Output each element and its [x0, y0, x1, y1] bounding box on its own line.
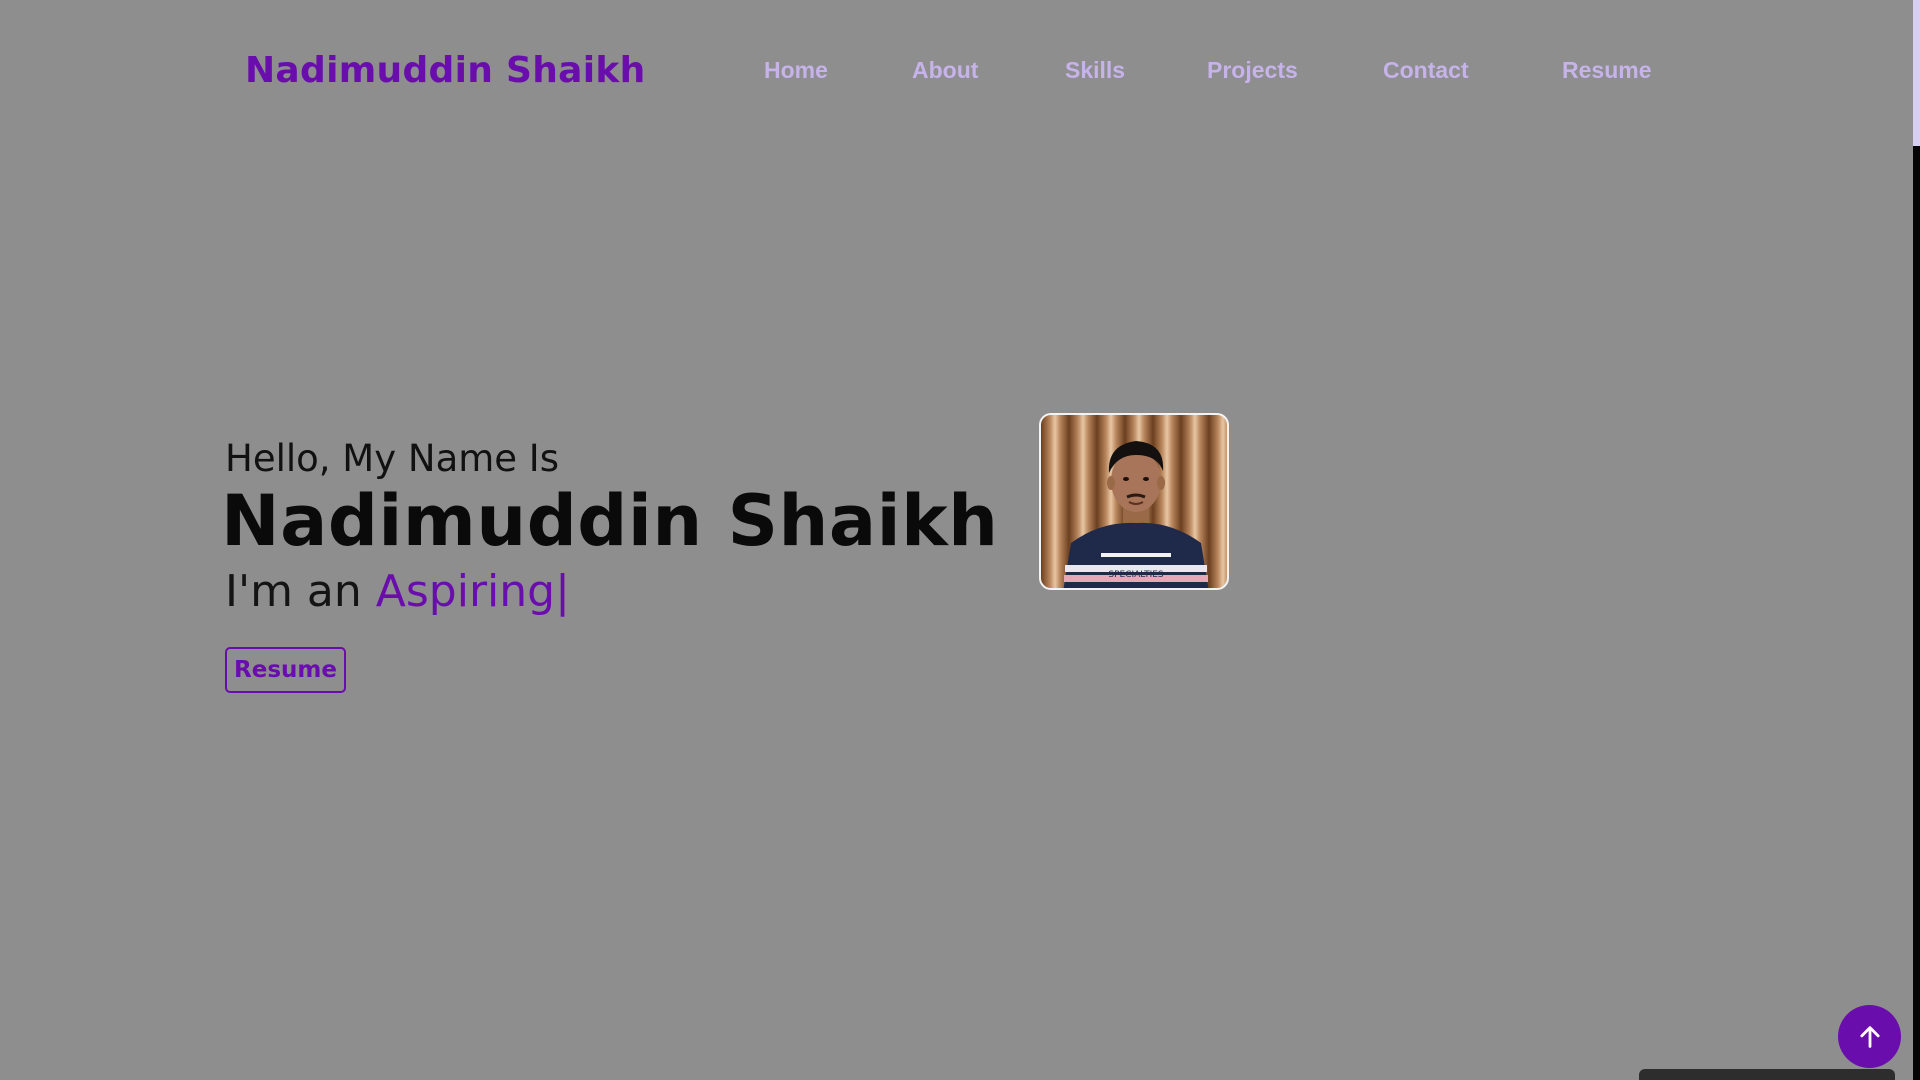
hero-role-prefix: I'm an — [225, 566, 376, 617]
bottom-popup-edge — [1639, 1069, 1895, 1080]
nav-contact-link[interactable]: Contact — [1383, 57, 1469, 84]
profile-portrait: SPECIALTIES — [1063, 441, 1209, 588]
hero-greeting: Hello, My Name Is — [225, 437, 559, 480]
shirt-text: SPECIALTIES — [1108, 570, 1164, 580]
site-logo[interactable]: Nadimuddin Shaikh — [245, 50, 646, 91]
hero-name: Nadimuddin Shaikh — [221, 480, 999, 562]
nav-about-link[interactable]: About — [912, 57, 978, 84]
typing-caret: | — [555, 566, 570, 617]
scrollbar-track[interactable] — [1913, 0, 1920, 1080]
hero-role-typed: Aspiring — [375, 566, 556, 617]
hero-role: I'm an Aspiring| — [225, 566, 570, 617]
nav-resume-link[interactable]: Resume — [1562, 57, 1651, 84]
nav-skills-link[interactable]: Skills — [1065, 57, 1125, 84]
nav-projects-link[interactable]: Projects — [1207, 57, 1298, 84]
arrow-up-icon — [1859, 1025, 1880, 1048]
profile-photo: SPECIALTIES — [1039, 413, 1229, 590]
site-header: Nadimuddin Shaikh Home About Skills Proj… — [0, 0, 1913, 147]
scrollbar-thumb[interactable] — [1913, 0, 1920, 146]
back-to-top-button[interactable] — [1838, 1005, 1901, 1068]
nav-home-link[interactable]: Home — [764, 57, 828, 84]
resume-button[interactable]: Resume — [225, 647, 346, 693]
